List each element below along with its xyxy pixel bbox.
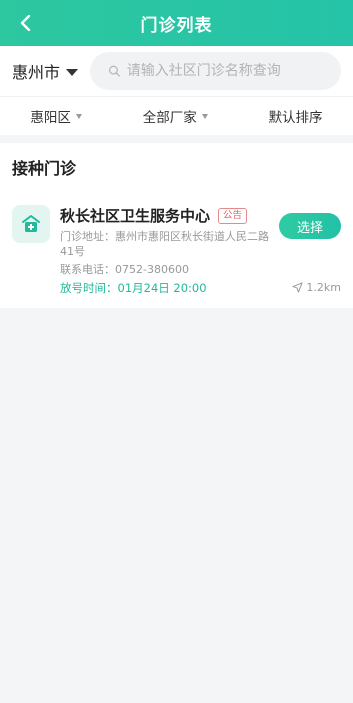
clinic-section: 接种门诊 秋长社区卫生服务中心 公告 门诊地址：惠州市惠阳区秋长街道人民二路41… <box>0 143 353 308</box>
search-field[interactable] <box>90 52 341 90</box>
back-button[interactable] <box>10 7 42 39</box>
filter-district-label: 惠阳区 <box>30 110 71 126</box>
filter-manufacturer[interactable]: 全部厂家 <box>143 106 208 126</box>
clinic-address: 门诊地址：惠州市惠阳区秋长街道人民二路41号 <box>60 230 269 258</box>
distance-value: 1.2km <box>306 281 341 294</box>
filter-sort[interactable]: 默认排序 <box>269 106 323 126</box>
select-button[interactable]: 选择 <box>279 213 341 239</box>
section-title: 接种门诊 <box>12 159 77 178</box>
page-title: 门诊列表 <box>140 15 213 36</box>
hospital-icon <box>22 215 40 232</box>
filter-bar: 惠阳区 全部厂家 默认排序 <box>0 96 353 135</box>
chevron-left-icon <box>20 15 31 31</box>
notice-badge[interactable]: 公告 <box>218 207 248 224</box>
city-label: 惠州市 <box>12 63 61 82</box>
filter-manufacturer-label: 全部厂家 <box>142 110 197 126</box>
search-bar: 惠州市 <box>0 46 353 96</box>
navigation-arrow-icon <box>292 282 303 293</box>
clinic-name: 秋长社区卫生服务中心 <box>60 207 211 225</box>
clinic-phone: 联系电话：0752-380600 <box>60 263 189 276</box>
app-header: 门诊列表 <box>0 0 353 46</box>
filter-sort-label: 默认排序 <box>268 110 323 126</box>
clinic-card[interactable]: 秋长社区卫生服务中心 公告 门诊地址：惠州市惠阳区秋长街道人民二路41号 联系电… <box>12 189 341 308</box>
caret-down-icon <box>75 113 82 119</box>
search-icon <box>109 65 120 77</box>
caret-down-icon <box>66 68 79 76</box>
city-selector[interactable]: 惠州市 <box>12 59 79 83</box>
filter-district[interactable]: 惠阳区 <box>30 106 82 126</box>
search-input[interactable] <box>124 62 341 80</box>
distance: 1.2km <box>292 281 341 294</box>
caret-down-icon <box>201 113 208 119</box>
clinic-icon <box>12 205 50 243</box>
